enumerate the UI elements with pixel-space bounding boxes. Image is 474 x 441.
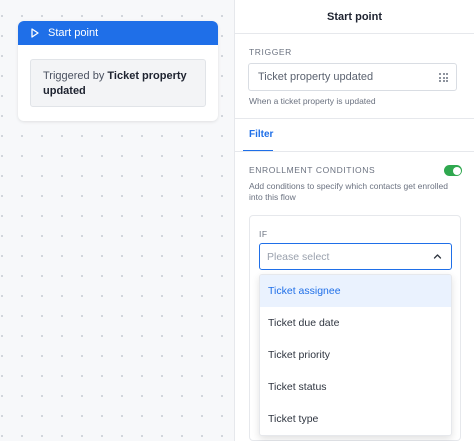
- panel-title: Start point: [235, 0, 474, 34]
- node-trigger-summary: Triggered by Ticket property updated: [30, 59, 206, 107]
- node-header[interactable]: Start point: [18, 21, 218, 45]
- play-icon: [31, 28, 39, 38]
- trigger-help-text: When a ticket property is updated: [249, 96, 376, 106]
- option-ticket-type[interactable]: Ticket type: [260, 403, 451, 435]
- option-ticket-status[interactable]: Ticket status: [260, 371, 451, 403]
- property-dropdown-menu: Ticket assignee Ticket due date Ticket p…: [259, 274, 452, 436]
- option-ticket-due-date[interactable]: Ticket due date: [260, 307, 451, 339]
- divider: [235, 118, 474, 119]
- select-placeholder: Please select: [267, 250, 330, 263]
- if-label: IF: [259, 229, 268, 239]
- trigger-value: Ticket property updated: [258, 71, 374, 83]
- enrollment-help-text: Add conditions to specify which contacts…: [249, 181, 448, 202]
- node-summary-prefix: Triggered by: [43, 70, 108, 82]
- enrollment-toggle[interactable]: [444, 165, 462, 176]
- node-title: Start point: [48, 27, 99, 39]
- trigger-select[interactable]: Ticket property updated: [248, 63, 457, 91]
- start-point-node[interactable]: Start point Triggered by Ticket property…: [18, 21, 218, 121]
- properties-panel: Start point TRIGGER Ticket property upda…: [234, 0, 474, 441]
- chevron-up-icon[interactable]: [433, 252, 442, 261]
- option-ticket-assignee[interactable]: Ticket assignee: [260, 275, 451, 307]
- option-ticket-priority[interactable]: Ticket priority: [260, 339, 451, 371]
- trigger-section-label: TRIGGER: [249, 47, 292, 57]
- flow-canvas[interactable]: Start point Triggered by Ticket property…: [0, 0, 234, 441]
- enrollment-conditions-label: ENROLLMENT CONDITIONS: [249, 165, 376, 175]
- grid-dots-icon[interactable]: [439, 73, 448, 82]
- property-select[interactable]: Please select: [259, 243, 452, 270]
- tab-filter[interactable]: Filter: [249, 129, 273, 140]
- divider: [235, 151, 474, 152]
